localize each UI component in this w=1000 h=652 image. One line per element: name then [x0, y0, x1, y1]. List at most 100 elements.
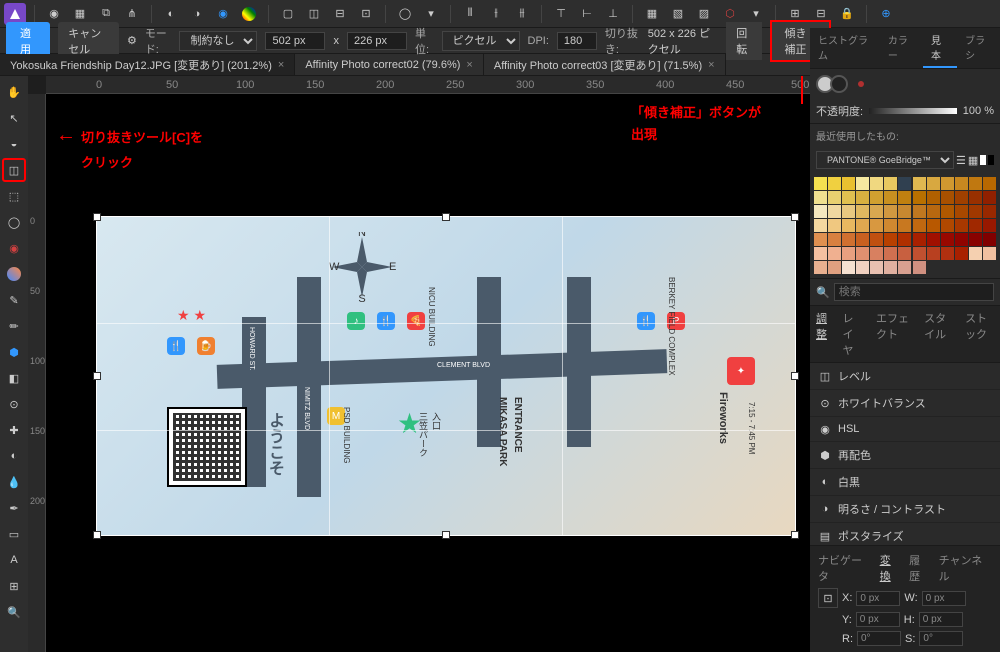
swatch[interactable]	[913, 233, 926, 246]
swatch[interactable]	[927, 233, 940, 246]
swatch[interactable]	[814, 191, 827, 204]
swatch[interactable]	[941, 205, 954, 218]
crop-handle[interactable]	[93, 213, 101, 221]
crop-handle[interactable]	[442, 213, 450, 221]
crop-handle[interactable]	[791, 531, 799, 539]
panel-tab[interactable]: ブラシ	[957, 28, 1000, 68]
swatch[interactable]	[856, 191, 869, 204]
swatch[interactable]	[856, 233, 869, 246]
crop-tool[interactable]: ◫	[2, 158, 26, 182]
color-chip[interactable]	[988, 155, 994, 165]
mesh-tool[interactable]: ⊞	[2, 574, 26, 598]
swatch[interactable]	[856, 177, 869, 190]
swatch[interactable]	[870, 205, 883, 218]
mask-icon[interactable]: ◯	[394, 3, 416, 25]
swatch[interactable]	[814, 205, 827, 218]
hand-tool[interactable]: ✋	[2, 80, 26, 104]
swatch[interactable]	[955, 219, 968, 232]
swatch[interactable]	[842, 205, 855, 218]
panel-tab[interactable]: ヒストグラム	[810, 28, 880, 68]
close-icon[interactable]: ×	[278, 59, 284, 71]
shape-tool[interactable]: ▭	[2, 522, 26, 546]
adjustment-item[interactable]: ⊙ホワイトバランス	[810, 390, 1000, 417]
x-input[interactable]	[856, 591, 900, 606]
close-icon[interactable]: ×	[466, 59, 472, 71]
move-tool[interactable]: ↖	[2, 106, 26, 130]
swatch[interactable]	[898, 233, 911, 246]
swatch[interactable]	[941, 233, 954, 246]
swatch[interactable]	[856, 219, 869, 232]
close-icon[interactable]: ×	[708, 59, 714, 71]
adjustment-item[interactable]: ◫レベル	[810, 363, 1000, 390]
opacity-slider[interactable]	[869, 108, 957, 114]
swatch[interactable]	[884, 191, 897, 204]
swatch[interactable]	[842, 247, 855, 260]
swatch[interactable]	[842, 177, 855, 190]
dpi-input[interactable]	[557, 32, 597, 50]
height-input[interactable]	[347, 32, 407, 50]
swatch[interactable]	[870, 233, 883, 246]
adjust1-icon[interactable]: ◐	[160, 3, 182, 25]
crop-handle[interactable]	[442, 531, 450, 539]
search-input[interactable]	[834, 283, 994, 301]
select4-icon[interactable]: ⊡	[355, 3, 377, 25]
swatch[interactable]	[884, 205, 897, 218]
y-input[interactable]	[856, 612, 900, 627]
swatch[interactable]	[814, 177, 827, 190]
adjustment-item[interactable]: ◑明るさ / コントラスト	[810, 496, 1000, 523]
zoom-tool[interactable]: 🔍	[2, 600, 26, 624]
adj-tab[interactable]: レイヤ	[836, 306, 869, 362]
adj-tab[interactable]: エフェクト	[870, 306, 918, 362]
swatch[interactable]	[955, 247, 968, 260]
color-picker-tool[interactable]: ◒	[2, 132, 26, 156]
align4-icon[interactable]: ⊤	[550, 3, 572, 25]
align2-icon[interactable]: ⫲	[485, 3, 507, 25]
align3-icon[interactable]: ⫵	[511, 3, 533, 25]
s-input[interactable]	[919, 631, 963, 646]
swatch[interactable]	[898, 177, 911, 190]
width-input[interactable]	[265, 32, 325, 50]
adjustment-item[interactable]: ⬢再配色	[810, 442, 1000, 469]
swatch[interactable]	[955, 191, 968, 204]
crop-region[interactable]: NSWE 🍴 🍺 ♪ 🍴 🍕 M P 🍴 ✦ ★ ★ ★ よ	[96, 216, 796, 536]
swatch[interactable]	[941, 177, 954, 190]
panel-tab[interactable]: 見本	[923, 28, 957, 68]
swatch[interactable]	[856, 205, 869, 218]
swatch[interactable]	[927, 191, 940, 204]
swatch[interactable]	[898, 205, 911, 218]
swatch[interactable]	[898, 191, 911, 204]
erase-tool[interactable]: ◧	[2, 366, 26, 390]
crop-handle[interactable]	[93, 531, 101, 539]
swatch[interactable]	[983, 247, 996, 260]
swatch[interactable]	[884, 261, 897, 274]
adjust2-icon[interactable]: ◑	[186, 3, 208, 25]
swatch[interactable]	[969, 233, 982, 246]
swatch[interactable]	[870, 247, 883, 260]
swatch[interactable]	[913, 177, 926, 190]
swatch[interactable]	[969, 247, 982, 260]
swatch[interactable]	[898, 247, 911, 260]
trans-tab[interactable]: 変換	[880, 552, 901, 584]
palette-select[interactable]: PANTONE® GoeBridge™	[816, 151, 954, 169]
swatch[interactable]	[941, 247, 954, 260]
swatch[interactable]	[870, 177, 883, 190]
swatch[interactable]	[856, 261, 869, 274]
r-input[interactable]	[857, 631, 901, 646]
h-input[interactable]	[919, 612, 963, 627]
gradient-tool[interactable]	[2, 262, 26, 286]
swatch[interactable]	[884, 177, 897, 190]
swatch[interactable]	[842, 219, 855, 232]
swatch[interactable]	[814, 233, 827, 246]
swatch[interactable]	[983, 233, 996, 246]
grid-icon[interactable]: ▦	[968, 154, 978, 167]
select3-icon[interactable]: ⊟	[329, 3, 351, 25]
swatch[interactable]	[927, 247, 940, 260]
swatch[interactable]	[856, 247, 869, 260]
swatch[interactable]	[814, 219, 827, 232]
document-tab[interactable]: Affinity Photo correct02 (79.6%)×	[295, 54, 484, 75]
lasso-tool[interactable]: ◯	[2, 210, 26, 234]
swatch[interactable]	[927, 205, 940, 218]
swatch[interactable]	[913, 219, 926, 232]
swatch[interactable]	[828, 177, 841, 190]
swatch[interactable]	[913, 191, 926, 204]
